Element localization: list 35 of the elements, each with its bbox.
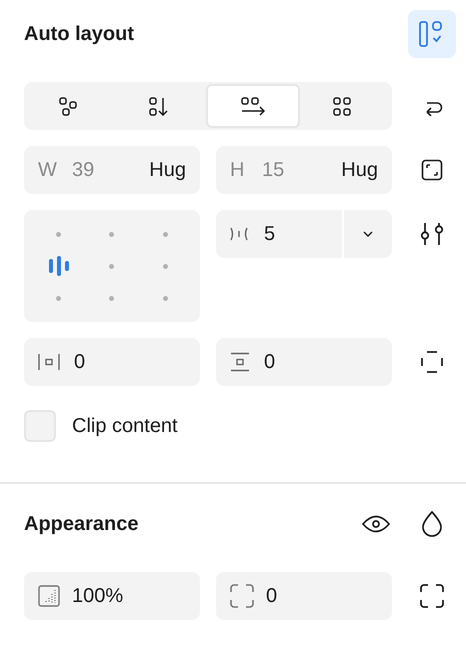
clip-content-checkbox[interactable] bbox=[24, 410, 56, 442]
vertical-padding-icon bbox=[230, 352, 250, 372]
padding-frame-icon[interactable] bbox=[421, 351, 443, 373]
layout-check-icon bbox=[419, 21, 445, 47]
height-field[interactable]: H 15 Hug bbox=[216, 146, 392, 194]
drop-icon[interactable] bbox=[421, 511, 443, 537]
chevron-down-icon[interactable] bbox=[363, 231, 373, 237]
alignment-dot-icon[interactable] bbox=[162, 232, 168, 236]
alignment-dot-icon[interactable] bbox=[162, 264, 168, 268]
section-title: Auto layout bbox=[24, 22, 134, 47]
opacity-field[interactable]: 100% bbox=[24, 572, 200, 620]
horizontal-padding-field[interactable]: 0 bbox=[24, 338, 200, 386]
resize-icon[interactable] bbox=[421, 159, 443, 181]
corners-icon[interactable] bbox=[420, 584, 444, 608]
auto-layout-toggle[interactable] bbox=[408, 10, 456, 58]
vertical-padding-field[interactable]: 0 bbox=[216, 338, 392, 386]
gap-icon bbox=[230, 226, 248, 242]
eye-icon[interactable] bbox=[362, 515, 390, 533]
horizontal-padding-icon bbox=[38, 353, 60, 371]
opacity-icon bbox=[38, 585, 60, 607]
horizontal-layout-icon bbox=[241, 96, 265, 116]
alignment-marker-icon[interactable] bbox=[48, 255, 70, 277]
corner-radius-icon bbox=[230, 584, 254, 608]
alignment-dot-icon[interactable] bbox=[56, 232, 62, 236]
alignment-dot-icon[interactable] bbox=[109, 296, 114, 300]
checkbox-label: Clip content bbox=[72, 414, 178, 439]
alignment-dot-icon[interactable] bbox=[56, 296, 62, 300]
alignment-dot-icon[interactable] bbox=[109, 232, 114, 236]
alignment-dot-icon[interactable] bbox=[162, 296, 168, 300]
gap-field[interactable]: 5 bbox=[216, 210, 392, 258]
sliders-icon[interactable] bbox=[419, 222, 445, 246]
corner-radius-field[interactable]: 0 bbox=[216, 572, 392, 620]
section-title: Appearance bbox=[24, 512, 140, 537]
alignment-dot-icon[interactable] bbox=[109, 264, 114, 268]
width-field[interactable]: W 39 Hug bbox=[24, 146, 200, 194]
